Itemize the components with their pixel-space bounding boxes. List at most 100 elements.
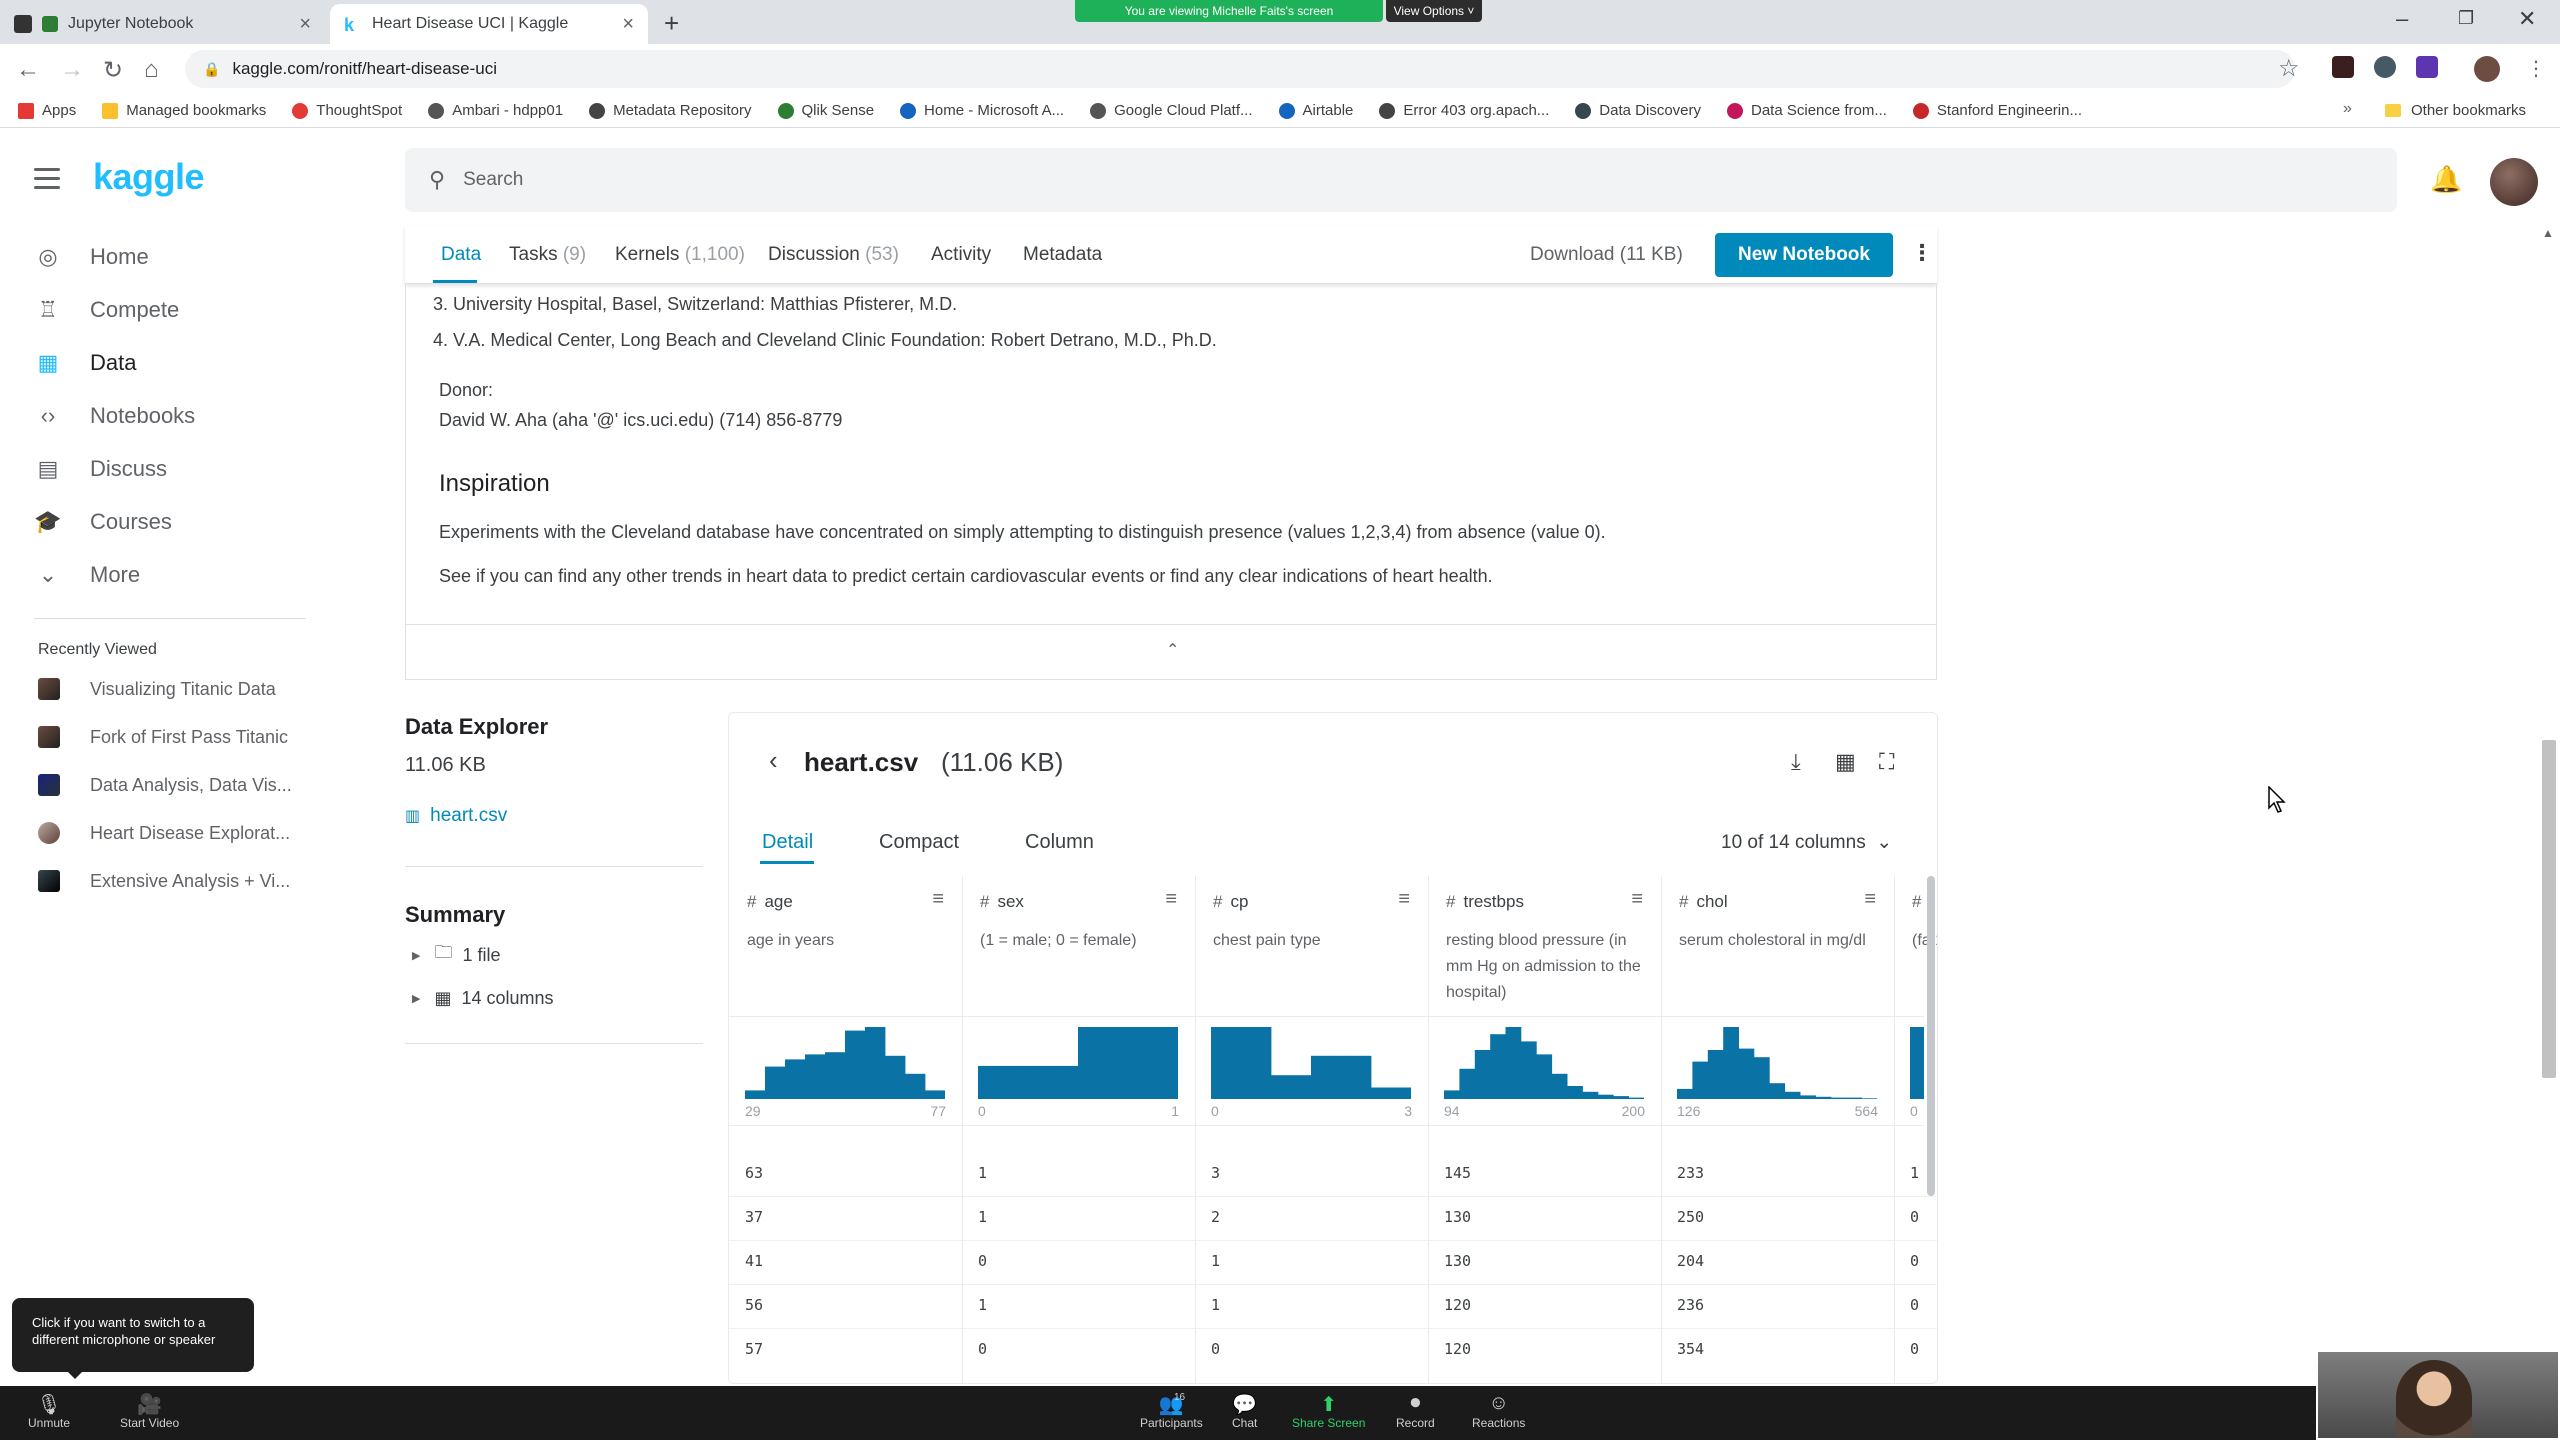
- restore-icon[interactable]: ❐: [2458, 8, 2474, 29]
- table-cell[interactable]: 57: [745, 1340, 763, 1358]
- bookmark-item[interactable]: Error 403 org.apach...: [1379, 102, 1549, 119]
- column-histogram[interactable]: 03: [1195, 1016, 1428, 1126]
- bookmark-star-icon[interactable]: ☆: [2278, 54, 2300, 83]
- user-avatar[interactable]: [2490, 158, 2538, 206]
- tab-tasks[interactable]: Tasks (9): [509, 244, 586, 266]
- table-cell[interactable]: 120: [1444, 1340, 1471, 1358]
- view-options-button[interactable]: View Options ˅: [1386, 0, 1482, 22]
- bookmark-item[interactable]: Data Discovery: [1575, 102, 1701, 119]
- close-tab-icon[interactable]: ×: [299, 13, 311, 36]
- file-link[interactable]: ▥ heart.csv: [405, 805, 507, 827]
- recent-item[interactable]: Heart Disease Explorat...: [38, 822, 290, 844]
- table-cell[interactable]: 63: [745, 1164, 763, 1182]
- table-cell[interactable]: 0: [1910, 1252, 1919, 1270]
- extension-icon[interactable]: [2416, 56, 2438, 78]
- table-cell[interactable]: 0: [978, 1340, 987, 1358]
- minimize-icon[interactable]: –: [2396, 6, 2408, 32]
- table-cell[interactable]: 250: [1677, 1208, 1704, 1226]
- nav-more[interactable]: ⌄ More: [34, 562, 140, 588]
- close-tab-icon[interactable]: ×: [622, 13, 634, 36]
- column-histogram[interactable]: 126 564: [1661, 1016, 1894, 1126]
- column-header[interactable]: # cp ≡ chest pain type: [1195, 876, 1428, 1017]
- table-cell[interactable]: 41: [745, 1252, 763, 1270]
- table-cell[interactable]: 1: [1211, 1252, 1220, 1270]
- table-cell[interactable]: 0: [1910, 1340, 1919, 1358]
- hamburger-menu-icon[interactable]: [34, 168, 60, 195]
- new-tab-icon[interactable]: +: [664, 8, 679, 39]
- zoom-unmute-button[interactable]: 🎙 Unmute: [28, 1392, 70, 1430]
- tab-metadata[interactable]: Metadata: [1023, 244, 1102, 266]
- table-cell[interactable]: 1: [1910, 1164, 1919, 1182]
- bookmark-item[interactable]: Data Science from...: [1727, 102, 1887, 119]
- nav-discuss[interactable]: ▤ Discuss: [34, 456, 167, 482]
- view-tab-column[interactable]: Column: [1025, 831, 1094, 854]
- download-icon[interactable]: ⤓: [1791, 749, 1801, 775]
- bookmark-item[interactable]: Ambari - hdpp01: [428, 102, 563, 119]
- table-cell[interactable]: 3: [1211, 1164, 1220, 1182]
- notifications-bell-icon[interactable]: 🔔: [2430, 164, 2462, 195]
- table-cell[interactable]: 56: [745, 1296, 763, 1314]
- sort-icon[interactable]: ≡: [1398, 888, 1410, 911]
- summary-files-row[interactable]: ▶ 🗀 1 file: [412, 940, 501, 970]
- back-chevron-icon[interactable]: ‹: [769, 745, 778, 776]
- kaggle-logo[interactable]: kaggle: [93, 156, 205, 198]
- summary-columns-row[interactable]: ▶ ▦ 14 columns: [412, 988, 554, 1009]
- bookmark-item[interactable]: Metadata Repository: [589, 102, 752, 119]
- table-cell[interactable]: 0: [1910, 1208, 1919, 1226]
- recent-item[interactable]: Fork of First Pass Titanic: [38, 726, 288, 748]
- zoom-start-video-button[interactable]: 🎥 Start Video: [120, 1392, 179, 1430]
- search-input[interactable]: ⚲ Search: [405, 148, 2397, 212]
- other-bookmarks[interactable]: Other bookmarks: [2385, 102, 2526, 119]
- self-video-thumbnail[interactable]: [2316, 1350, 2560, 1440]
- tab-kernels[interactable]: Kernels (1,100): [615, 244, 745, 266]
- tab-activity[interactable]: Activity: [931, 244, 991, 266]
- table-cell[interactable]: 354: [1677, 1340, 1704, 1358]
- nav-notebooks[interactable]: ‹› Notebooks: [34, 403, 196, 429]
- grid-scrollbar-thumb[interactable]: [1927, 876, 1935, 1196]
- column-header[interactable]: # sex ≡ (1 = male; 0 = female): [962, 876, 1195, 1017]
- bookmark-item[interactable]: Managed bookmarks: [102, 102, 266, 119]
- table-cell[interactable]: 37: [745, 1208, 763, 1226]
- table-cell[interactable]: 1: [1211, 1296, 1220, 1314]
- column-header[interactable]: # age ≡ age in years: [729, 876, 962, 1017]
- table-cell[interactable]: 1: [978, 1296, 987, 1314]
- new-notebook-button[interactable]: New Notebook: [1715, 233, 1893, 277]
- tab-discussion[interactable]: Discussion (53): [768, 244, 899, 266]
- zoom-participants-button[interactable]: 👥 Participants: [1140, 1392, 1203, 1430]
- browser-tab-kaggle[interactable]: k Heart Disease UCI | Kaggle ×: [330, 4, 648, 44]
- collapse-caret-icon[interactable]: ⌃: [1166, 640, 1179, 660]
- sort-icon[interactable]: ≡: [932, 888, 944, 911]
- table-cell[interactable]: 130: [1444, 1252, 1471, 1270]
- reload-icon[interactable]: ↻: [103, 56, 123, 85]
- bookmark-item[interactable]: Stanford Engineerin...: [1912, 102, 2082, 119]
- column-histogram[interactable]: 01: [962, 1016, 1195, 1126]
- extension-icon[interactable]: [2332, 56, 2354, 78]
- bookmark-item[interactable]: Apps: [18, 102, 76, 119]
- table-cell[interactable]: 233: [1677, 1164, 1704, 1182]
- bookmark-item[interactable]: ThoughtSpot: [292, 102, 402, 119]
- column-histogram[interactable]: 29 77: [729, 1016, 962, 1126]
- recent-item[interactable]: Extensive Analysis + Vi...: [38, 870, 290, 892]
- fullscreen-icon[interactable]: ⛶: [1879, 749, 1894, 775]
- browser-tab-jupyter[interactable]: Jupyter Notebook ×: [0, 4, 325, 44]
- table-cell[interactable]: 0: [1910, 1296, 1919, 1314]
- table-cell[interactable]: 2: [1211, 1208, 1220, 1226]
- view-tab-compact[interactable]: Compact: [879, 831, 959, 854]
- profile-avatar[interactable]: [2474, 56, 2500, 82]
- back-icon[interactable]: ←: [16, 56, 40, 84]
- home-icon[interactable]: ⌂: [144, 56, 159, 84]
- column-header[interactable]: # chol ≡ serum cholestoral in mg/dl: [1661, 876, 1894, 1017]
- table-cell[interactable]: 145: [1444, 1164, 1471, 1182]
- tab-data[interactable]: Data: [441, 244, 481, 266]
- forward-icon[interactable]: →: [60, 56, 84, 84]
- bookmark-item[interactable]: Home - Microsoft A...: [900, 102, 1064, 119]
- nav-data[interactable]: ▦ Data: [34, 350, 137, 376]
- columns-selector[interactable]: 10 of 14 columns ⌄: [1721, 831, 1892, 854]
- bookmark-item[interactable]: Google Cloud Platf...: [1090, 102, 1253, 119]
- bookmark-item[interactable]: Qlik Sense: [777, 102, 874, 119]
- column-header[interactable]: #(fa 12 fa: [1894, 876, 1937, 1017]
- zoom-chat-button[interactable]: 💬 Chat: [1232, 1392, 1257, 1430]
- sort-icon[interactable]: ≡: [1864, 888, 1876, 911]
- recent-item[interactable]: Visualizing Titanic Data: [38, 678, 276, 700]
- nav-courses[interactable]: 🎓 Courses: [34, 509, 172, 535]
